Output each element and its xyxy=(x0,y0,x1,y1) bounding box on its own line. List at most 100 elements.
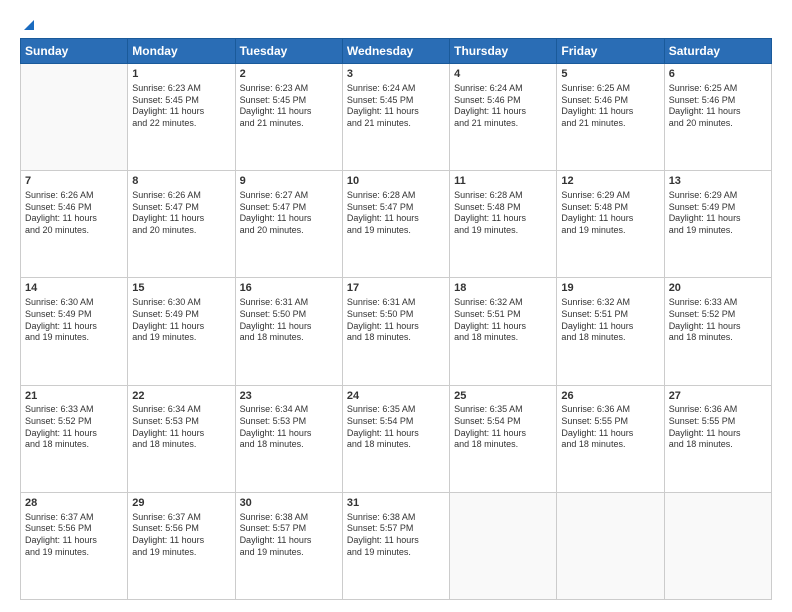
day-number: 4 xyxy=(454,67,552,82)
day-info: Sunrise: 6:29 AM Sunset: 5:48 PM Dayligh… xyxy=(561,190,659,237)
day-info: Sunrise: 6:38 AM Sunset: 5:57 PM Dayligh… xyxy=(240,512,338,559)
calendar-cell: 4Sunrise: 6:24 AM Sunset: 5:46 PM Daylig… xyxy=(450,64,557,171)
day-number: 12 xyxy=(561,174,659,189)
day-number: 28 xyxy=(25,496,123,511)
day-info: Sunrise: 6:26 AM Sunset: 5:47 PM Dayligh… xyxy=(132,190,230,237)
calendar-week-row: 28Sunrise: 6:37 AM Sunset: 5:56 PM Dayli… xyxy=(21,492,772,599)
calendar-cell: 17Sunrise: 6:31 AM Sunset: 5:50 PM Dayli… xyxy=(342,278,449,385)
day-number: 17 xyxy=(347,281,445,296)
calendar-cell: 12Sunrise: 6:29 AM Sunset: 5:48 PM Dayli… xyxy=(557,171,664,278)
day-info: Sunrise: 6:27 AM Sunset: 5:47 PM Dayligh… xyxy=(240,190,338,237)
calendar-cell: 8Sunrise: 6:26 AM Sunset: 5:47 PM Daylig… xyxy=(128,171,235,278)
day-info: Sunrise: 6:34 AM Sunset: 5:53 PM Dayligh… xyxy=(240,404,338,451)
calendar-cell: 27Sunrise: 6:36 AM Sunset: 5:55 PM Dayli… xyxy=(664,385,771,492)
calendar-cell: 21Sunrise: 6:33 AM Sunset: 5:52 PM Dayli… xyxy=(21,385,128,492)
calendar-cell: 5Sunrise: 6:25 AM Sunset: 5:46 PM Daylig… xyxy=(557,64,664,171)
day-number: 18 xyxy=(454,281,552,296)
day-number: 8 xyxy=(132,174,230,189)
day-info: Sunrise: 6:26 AM Sunset: 5:46 PM Dayligh… xyxy=(25,190,123,237)
logo-triangle-icon xyxy=(22,18,36,32)
day-info: Sunrise: 6:30 AM Sunset: 5:49 PM Dayligh… xyxy=(132,297,230,344)
page: SundayMondayTuesdayWednesdayThursdayFrid… xyxy=(0,0,792,612)
day-number: 24 xyxy=(347,389,445,404)
day-info: Sunrise: 6:35 AM Sunset: 5:54 PM Dayligh… xyxy=(454,404,552,451)
calendar-cell: 31Sunrise: 6:38 AM Sunset: 5:57 PM Dayli… xyxy=(342,492,449,599)
day-number: 6 xyxy=(669,67,767,82)
day-info: Sunrise: 6:34 AM Sunset: 5:53 PM Dayligh… xyxy=(132,404,230,451)
day-info: Sunrise: 6:25 AM Sunset: 5:46 PM Dayligh… xyxy=(669,83,767,130)
calendar-week-row: 7Sunrise: 6:26 AM Sunset: 5:46 PM Daylig… xyxy=(21,171,772,278)
day-number: 20 xyxy=(669,281,767,296)
day-number: 15 xyxy=(132,281,230,296)
day-number: 22 xyxy=(132,389,230,404)
day-info: Sunrise: 6:31 AM Sunset: 5:50 PM Dayligh… xyxy=(240,297,338,344)
calendar-cell: 30Sunrise: 6:38 AM Sunset: 5:57 PM Dayli… xyxy=(235,492,342,599)
day-number: 10 xyxy=(347,174,445,189)
day-number: 29 xyxy=(132,496,230,511)
day-number: 5 xyxy=(561,67,659,82)
day-info: Sunrise: 6:25 AM Sunset: 5:46 PM Dayligh… xyxy=(561,83,659,130)
calendar-cell: 16Sunrise: 6:31 AM Sunset: 5:50 PM Dayli… xyxy=(235,278,342,385)
day-info: Sunrise: 6:30 AM Sunset: 5:49 PM Dayligh… xyxy=(25,297,123,344)
calendar-header-saturday: Saturday xyxy=(664,39,771,64)
calendar-cell: 1Sunrise: 6:23 AM Sunset: 5:45 PM Daylig… xyxy=(128,64,235,171)
day-number: 16 xyxy=(240,281,338,296)
day-number: 26 xyxy=(561,389,659,404)
day-info: Sunrise: 6:23 AM Sunset: 5:45 PM Dayligh… xyxy=(132,83,230,130)
day-number: 2 xyxy=(240,67,338,82)
day-info: Sunrise: 6:24 AM Sunset: 5:46 PM Dayligh… xyxy=(454,83,552,130)
day-number: 1 xyxy=(132,67,230,82)
calendar-cell: 6Sunrise: 6:25 AM Sunset: 5:46 PM Daylig… xyxy=(664,64,771,171)
calendar-cell: 9Sunrise: 6:27 AM Sunset: 5:47 PM Daylig… xyxy=(235,171,342,278)
logo xyxy=(20,20,36,32)
day-number: 23 xyxy=(240,389,338,404)
calendar-header-row: SundayMondayTuesdayWednesdayThursdayFrid… xyxy=(21,39,772,64)
calendar-cell: 13Sunrise: 6:29 AM Sunset: 5:49 PM Dayli… xyxy=(664,171,771,278)
calendar-week-row: 21Sunrise: 6:33 AM Sunset: 5:52 PM Dayli… xyxy=(21,385,772,492)
day-info: Sunrise: 6:28 AM Sunset: 5:48 PM Dayligh… xyxy=(454,190,552,237)
calendar-table: SundayMondayTuesdayWednesdayThursdayFrid… xyxy=(20,38,772,600)
calendar-header-wednesday: Wednesday xyxy=(342,39,449,64)
calendar-cell: 11Sunrise: 6:28 AM Sunset: 5:48 PM Dayli… xyxy=(450,171,557,278)
day-info: Sunrise: 6:32 AM Sunset: 5:51 PM Dayligh… xyxy=(561,297,659,344)
day-number: 9 xyxy=(240,174,338,189)
calendar-cell: 24Sunrise: 6:35 AM Sunset: 5:54 PM Dayli… xyxy=(342,385,449,492)
day-info: Sunrise: 6:38 AM Sunset: 5:57 PM Dayligh… xyxy=(347,512,445,559)
calendar-cell: 7Sunrise: 6:26 AM Sunset: 5:46 PM Daylig… xyxy=(21,171,128,278)
calendar-cell: 29Sunrise: 6:37 AM Sunset: 5:56 PM Dayli… xyxy=(128,492,235,599)
calendar-cell: 2Sunrise: 6:23 AM Sunset: 5:45 PM Daylig… xyxy=(235,64,342,171)
day-info: Sunrise: 6:24 AM Sunset: 5:45 PM Dayligh… xyxy=(347,83,445,130)
day-number: 21 xyxy=(25,389,123,404)
calendar-cell: 19Sunrise: 6:32 AM Sunset: 5:51 PM Dayli… xyxy=(557,278,664,385)
day-number: 19 xyxy=(561,281,659,296)
calendar-header-sunday: Sunday xyxy=(21,39,128,64)
day-number: 7 xyxy=(25,174,123,189)
day-info: Sunrise: 6:31 AM Sunset: 5:50 PM Dayligh… xyxy=(347,297,445,344)
calendar-cell: 18Sunrise: 6:32 AM Sunset: 5:51 PM Dayli… xyxy=(450,278,557,385)
day-info: Sunrise: 6:36 AM Sunset: 5:55 PM Dayligh… xyxy=(669,404,767,451)
calendar-cell: 25Sunrise: 6:35 AM Sunset: 5:54 PM Dayli… xyxy=(450,385,557,492)
calendar-cell: 20Sunrise: 6:33 AM Sunset: 5:52 PM Dayli… xyxy=(664,278,771,385)
calendar-cell xyxy=(21,64,128,171)
calendar-cell: 14Sunrise: 6:30 AM Sunset: 5:49 PM Dayli… xyxy=(21,278,128,385)
calendar-cell xyxy=(664,492,771,599)
day-info: Sunrise: 6:33 AM Sunset: 5:52 PM Dayligh… xyxy=(25,404,123,451)
day-info: Sunrise: 6:29 AM Sunset: 5:49 PM Dayligh… xyxy=(669,190,767,237)
calendar-week-row: 1Sunrise: 6:23 AM Sunset: 5:45 PM Daylig… xyxy=(21,64,772,171)
day-info: Sunrise: 6:32 AM Sunset: 5:51 PM Dayligh… xyxy=(454,297,552,344)
calendar-header-monday: Monday xyxy=(128,39,235,64)
calendar-cell: 22Sunrise: 6:34 AM Sunset: 5:53 PM Dayli… xyxy=(128,385,235,492)
header xyxy=(20,16,772,32)
calendar-cell xyxy=(557,492,664,599)
day-info: Sunrise: 6:36 AM Sunset: 5:55 PM Dayligh… xyxy=(561,404,659,451)
day-info: Sunrise: 6:23 AM Sunset: 5:45 PM Dayligh… xyxy=(240,83,338,130)
calendar-header-friday: Friday xyxy=(557,39,664,64)
day-info: Sunrise: 6:28 AM Sunset: 5:47 PM Dayligh… xyxy=(347,190,445,237)
day-info: Sunrise: 6:33 AM Sunset: 5:52 PM Dayligh… xyxy=(669,297,767,344)
day-number: 31 xyxy=(347,496,445,511)
calendar-cell: 23Sunrise: 6:34 AM Sunset: 5:53 PM Dayli… xyxy=(235,385,342,492)
calendar-cell: 3Sunrise: 6:24 AM Sunset: 5:45 PM Daylig… xyxy=(342,64,449,171)
calendar-cell: 15Sunrise: 6:30 AM Sunset: 5:49 PM Dayli… xyxy=(128,278,235,385)
calendar-header-tuesday: Tuesday xyxy=(235,39,342,64)
calendar-week-row: 14Sunrise: 6:30 AM Sunset: 5:49 PM Dayli… xyxy=(21,278,772,385)
